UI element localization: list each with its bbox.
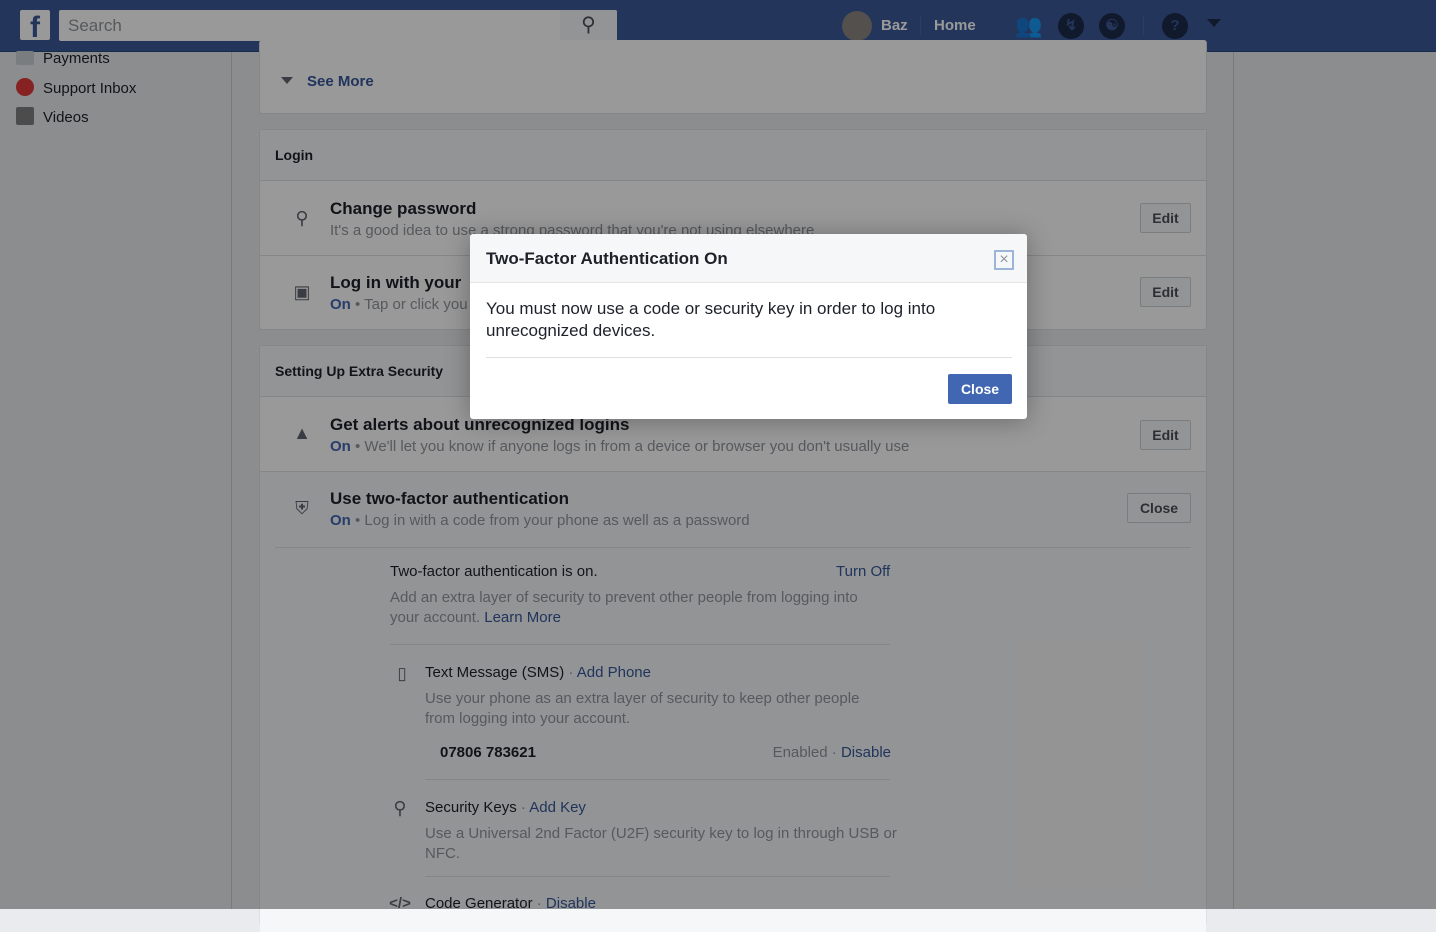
- close-icon[interactable]: ×: [994, 250, 1014, 270]
- dialog-body: You must now use a code or security key …: [486, 299, 936, 340]
- two-factor-dialog: Two-Factor Authentication On × You must …: [470, 234, 1027, 419]
- modal-overlay[interactable]: [0, 0, 1436, 909]
- dialog-header: Two-Factor Authentication On ×: [470, 234, 1027, 283]
- close-button[interactable]: Close: [948, 374, 1012, 404]
- dialog-title: Two-Factor Authentication On: [486, 249, 728, 268]
- divider: [486, 357, 1012, 358]
